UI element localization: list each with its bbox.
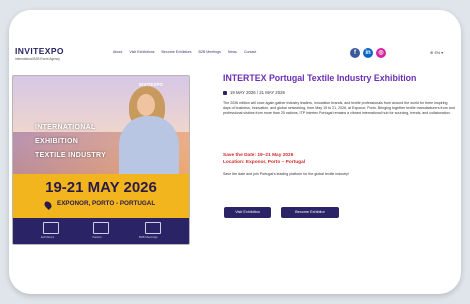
poster-line-2: EXHIBITION: [35, 138, 79, 145]
poster-dates: 19-21 MAY 2026: [45, 179, 157, 196]
nav-item-about[interactable]: About: [113, 50, 122, 54]
nav-item-b2b-meetings[interactable]: B2B Meetings: [198, 50, 220, 54]
meetings-icon: [145, 222, 161, 234]
save-the-date: Save the Date: 19–21 May 2026: [223, 153, 294, 158]
visit-exhibition-button[interactable]: Visit Exhibition: [224, 207, 271, 218]
event-title: INTERTEX Portugal Textile Industry Exhib…: [223, 73, 417, 83]
exhibitors-icon: [43, 222, 59, 234]
social-links: f in ◎: [350, 48, 386, 58]
poster-model-dress: [119, 116, 179, 180]
site-tagline: International B2B Event Agency: [15, 57, 60, 61]
facebook-icon[interactable]: f: [350, 48, 360, 58]
main-nav: About Visit Exhibitions Become Exhibitor…: [113, 50, 256, 54]
chevron-down-icon: ▾: [441, 50, 444, 55]
poster-line-1: INTERNATIONAL: [35, 124, 96, 131]
nav-item-visit-exhibitions[interactable]: Visit Exhibitions: [129, 50, 154, 54]
poster-model-face: [137, 94, 155, 116]
nav-item-contact[interactable]: Contact: [244, 50, 256, 54]
event-poster: INVITEXPO INTERNATIONAL EXHIBITION TEXTI…: [12, 75, 190, 245]
poster-location: EXPONOR, PORTO - PORTUGAL: [57, 200, 156, 207]
become-exhibitor-button[interactable]: Become Exhibitor: [281, 207, 339, 218]
poster-footer-label-2: Visitors: [92, 235, 102, 239]
poster-brand: INVITEXPO: [139, 82, 164, 87]
poster-line-3: TEXTILE INDUSTRY: [35, 152, 107, 159]
site-logo[interactable]: INVITEXPO: [15, 46, 64, 56]
instagram-icon[interactable]: ◎: [376, 48, 386, 58]
globe-icon: ⊕: [430, 50, 434, 55]
poster-footer-label-3: B2B Meetings: [139, 235, 158, 239]
visitors-icon: [93, 222, 109, 234]
language-selector[interactable]: ⊕ EN ▾: [430, 50, 443, 55]
linkedin-icon[interactable]: in: [363, 48, 373, 58]
poster-footer-label-1: Exhibitors: [41, 235, 55, 239]
page-card: INVITEXPO International B2B Event Agency…: [9, 10, 461, 294]
language-label: EN: [434, 50, 441, 55]
event-location: Location: Exponor, Porto – Portugal: [223, 160, 306, 165]
nav-item-news[interactable]: News: [228, 50, 237, 54]
event-date: 19 MAY 2026 / 21 MAY 2026: [230, 90, 285, 95]
nav-item-become-exhibitors[interactable]: Become Exhibitors: [162, 50, 192, 54]
event-note: Save the date and join Portugal's leadin…: [223, 172, 349, 176]
calendar-icon: [223, 90, 227, 95]
event-date-row: 19 MAY 2026 / 21 MAY 2026: [223, 90, 285, 95]
site-header: INVITEXPO International B2B Event Agency…: [9, 10, 461, 66]
event-description: The 2026 edition will once again gather …: [223, 101, 455, 115]
